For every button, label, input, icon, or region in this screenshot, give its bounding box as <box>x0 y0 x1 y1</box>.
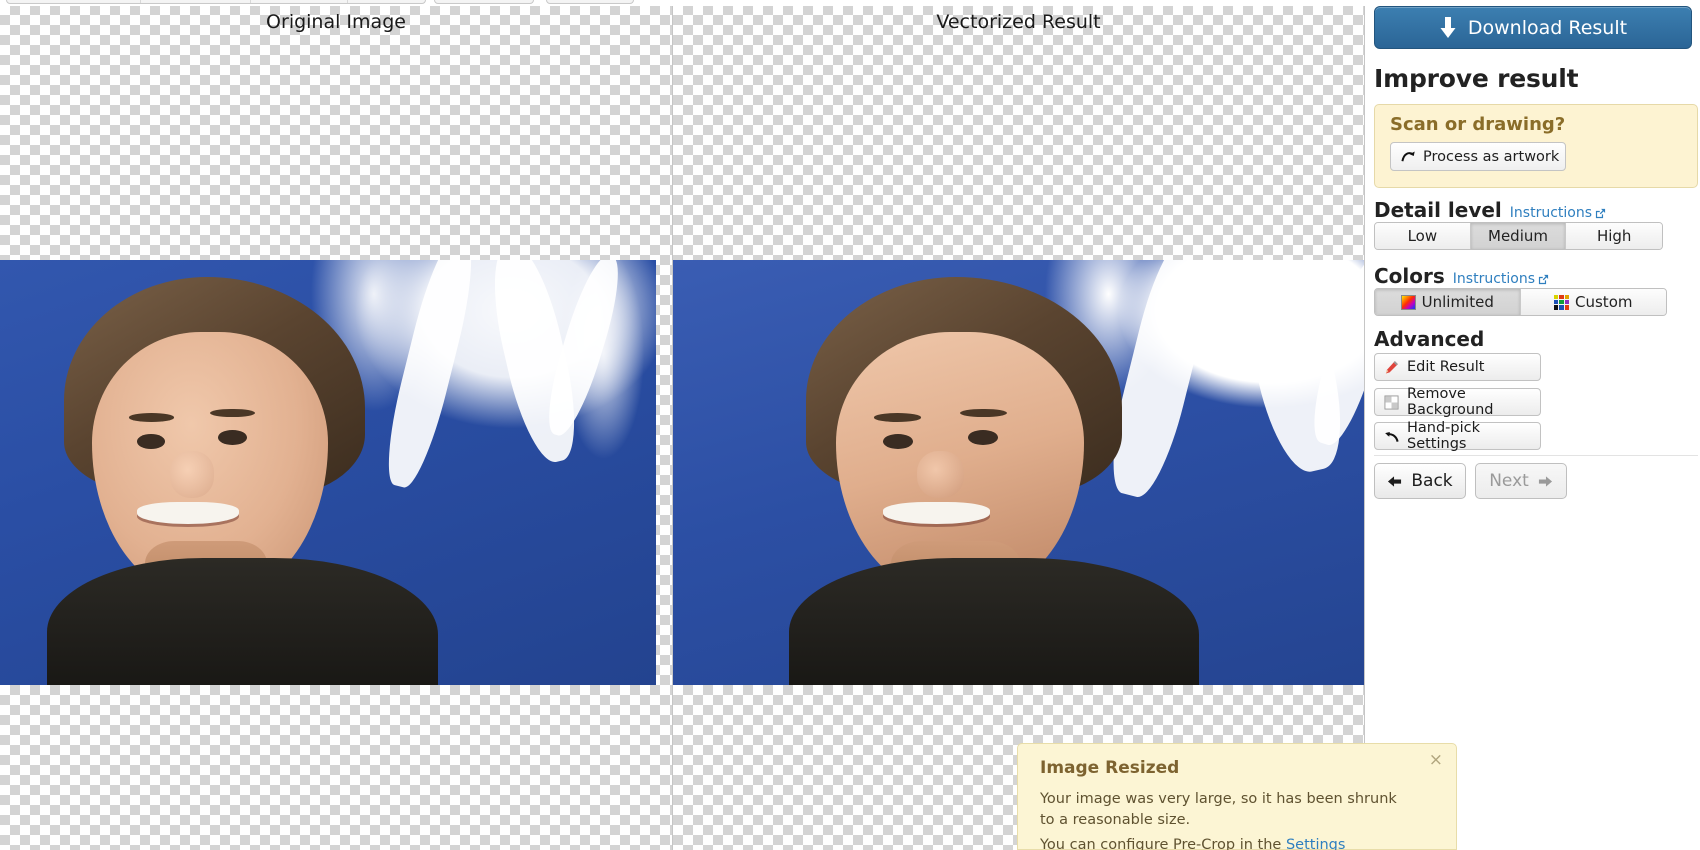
colors-segmented-control[interactable]: Unlimited Custom <box>1374 288 1667 316</box>
portrait-brow <box>129 413 174 422</box>
toast-message-line-2: You can configure Pre-Crop in the Settin… <box>1040 835 1398 850</box>
edit-result-label: Edit Result <box>1407 359 1485 375</box>
portrait-nose <box>170 451 215 498</box>
toolbar-separator <box>140 0 141 3</box>
colors-option-unlimited[interactable]: Unlimited <box>1375 289 1521 315</box>
next-button[interactable]: Next <box>1475 463 1567 499</box>
remove-background-label: Remove Background <box>1407 386 1540 418</box>
colors-instructions-link[interactable]: Instructions <box>1453 271 1549 287</box>
palette-grid-icon <box>1554 295 1569 310</box>
colors-heading: Colors <box>1374 264 1445 288</box>
process-as-artwork-button[interactable]: Process as artwork <box>1390 142 1566 171</box>
process-as-artwork-label: Process as artwork <box>1423 149 1559 165</box>
back-button-label: Back <box>1411 471 1452 491</box>
colors-instructions-label: Instructions <box>1453 271 1535 287</box>
toolbar-group-2[interactable] <box>434 0 534 4</box>
improve-result-sidebar: Download Result Improve result Scan or d… <box>1365 0 1700 850</box>
original-image-panel: Original Image <box>0 5 672 850</box>
back-button[interactable]: Back <box>1374 463 1466 499</box>
detail-level-option-low[interactable]: Low <box>1375 223 1471 249</box>
scan-or-drawing-box: Scan or drawing? Process as artwork <box>1374 104 1698 188</box>
undo-arrow-icon <box>1384 429 1399 444</box>
toast-title: Image Resized <box>1040 758 1438 778</box>
download-result-label: Download Result <box>1468 17 1627 39</box>
portrait-jacket <box>789 558 1200 686</box>
image-resized-toast: × Image Resized Your image was very larg… <box>1017 743 1457 850</box>
improve-result-heading: Improve result <box>1374 64 1578 93</box>
toolbar-separator <box>347 0 348 3</box>
detail-level-option-medium[interactable]: Medium <box>1471 223 1567 249</box>
colors-option-unlimited-label: Unlimited <box>1422 293 1494 311</box>
detail-level-instructions-label: Instructions <box>1510 205 1592 221</box>
portrait-subject <box>39 260 446 685</box>
panel-divider <box>672 5 673 850</box>
rainbow-swatch-icon <box>1401 295 1416 310</box>
toolbar-separator <box>250 0 251 3</box>
toast-close-icon[interactable]: × <box>1429 752 1443 769</box>
artwork-curve-icon <box>1401 149 1416 164</box>
portrait-smile <box>883 502 990 523</box>
portrait-eye <box>218 430 246 445</box>
portrait-eye <box>883 434 913 449</box>
detail-level-heading: Detail level <box>1374 198 1502 222</box>
download-arrow-icon <box>1439 17 1457 39</box>
portrait-nose <box>917 451 964 498</box>
original-image-artwork[interactable] <box>0 260 656 685</box>
external-link-icon <box>1595 208 1606 219</box>
download-result-button[interactable]: Download Result <box>1374 6 1692 49</box>
portrait-eye <box>968 430 998 445</box>
portrait-brow <box>874 413 921 422</box>
pencil-icon <box>1384 360 1399 375</box>
vectorized-image-artwork[interactable] <box>673 260 1364 685</box>
original-image-title: Original Image <box>0 11 672 33</box>
advanced-heading: Advanced <box>1374 327 1484 351</box>
external-link-icon <box>1538 274 1549 285</box>
edit-result-button[interactable]: Edit Result <box>1374 353 1541 381</box>
arrow-left-icon <box>1387 474 1402 489</box>
portrait-smile <box>137 502 239 523</box>
colors-heading-row: Colors Instructions <box>1374 264 1549 288</box>
vectorized-result-panel: Vectorized Result <box>673 5 1364 850</box>
toast-line2-prefix: You can configure Pre-Crop in the <box>1040 837 1286 850</box>
detail-level-heading-row: Detail level Instructions <box>1374 198 1606 222</box>
detail-level-segmented-control[interactable]: Low Medium High <box>1374 222 1663 250</box>
colors-option-custom-label: Custom <box>1575 293 1632 311</box>
detail-level-instructions-link[interactable]: Instructions <box>1510 205 1606 221</box>
toolbar-group-1[interactable] <box>6 0 426 4</box>
vectorized-result-title: Vectorized Result <box>673 11 1364 33</box>
checker-square-icon <box>1384 395 1399 410</box>
portrait-subject <box>780 260 1208 685</box>
next-button-label: Next <box>1489 471 1529 491</box>
sidebar-separator <box>1374 455 1698 456</box>
portrait-jacket <box>47 558 437 686</box>
toast-message-line-1: Your image was very large, so it has bee… <box>1040 789 1398 831</box>
hand-pick-settings-button[interactable]: Hand-pick Settings <box>1374 422 1541 450</box>
detail-level-option-high[interactable]: High <box>1566 223 1662 249</box>
scan-or-drawing-title: Scan or drawing? <box>1390 114 1565 135</box>
remove-background-button[interactable]: Remove Background <box>1374 388 1541 416</box>
arrow-right-icon <box>1538 474 1553 489</box>
app-root: Original Image Vectorized Result <box>0 0 1700 850</box>
top-toolbar-strip <box>0 0 1700 6</box>
colors-option-custom[interactable]: Custom <box>1521 289 1667 315</box>
toolbar-group-3[interactable] <box>546 0 634 4</box>
portrait-brow <box>960 409 1007 418</box>
hand-pick-settings-label: Hand-pick Settings <box>1407 420 1540 452</box>
